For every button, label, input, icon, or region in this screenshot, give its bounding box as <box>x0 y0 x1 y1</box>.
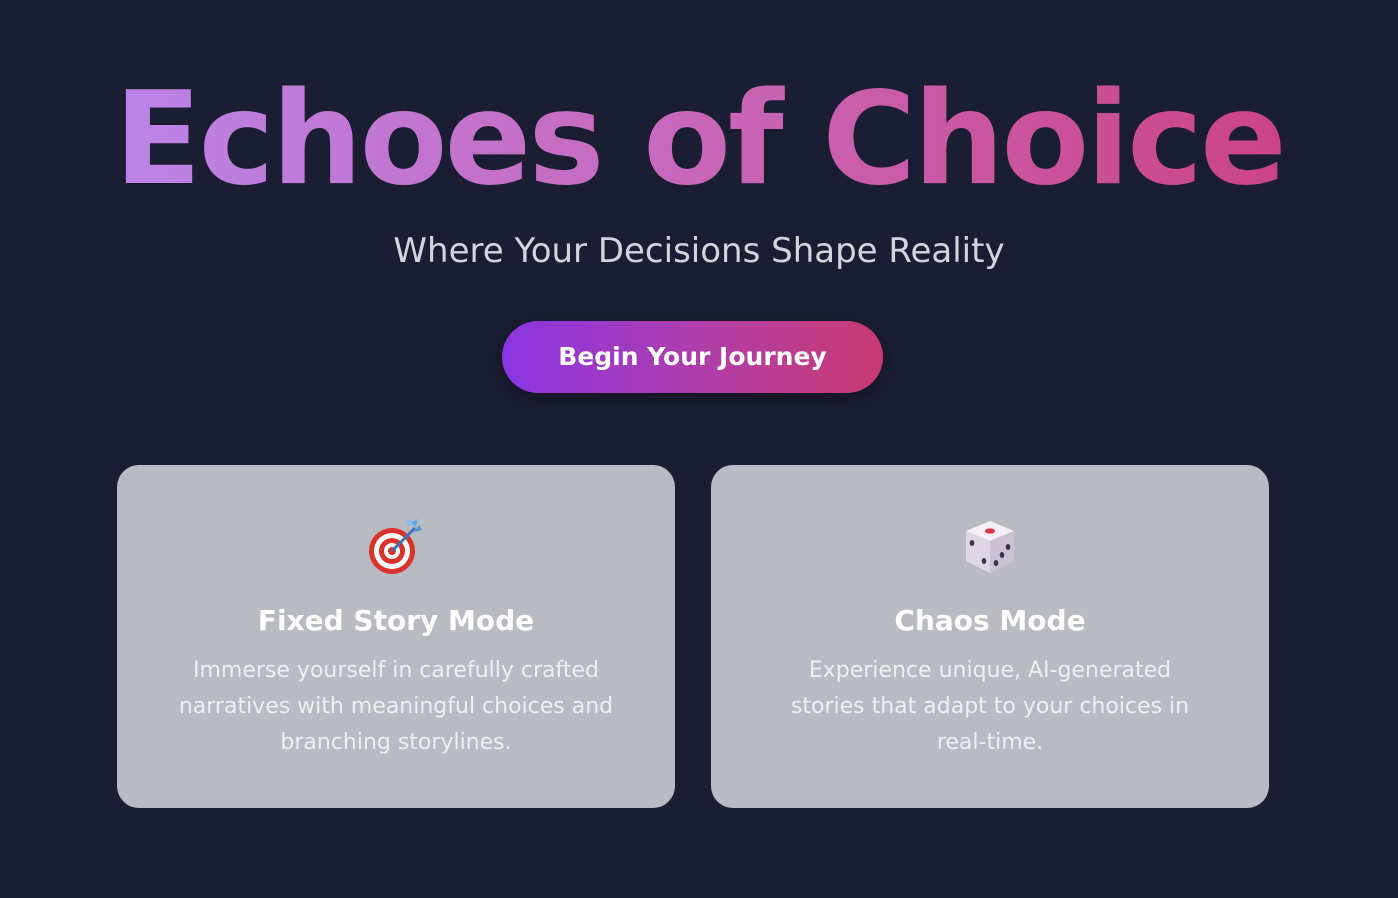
target-dart-icon <box>117 519 675 575</box>
page-title: Echoes of Choice <box>0 60 1398 220</box>
dice-icon <box>711 519 1269 575</box>
card-description: Immerse yourself in carefully crafted na… <box>178 658 614 755</box>
chaos-mode-card[interactable]: Chaos Mode Experience unique, AI-generat… <box>711 465 1269 808</box>
card-title: Fixed Story Mode <box>257 604 535 637</box>
page-subtitle: Where Your Decisions Shape Reality <box>393 231 1005 271</box>
card-description: Experience unique, AI-generated stories … <box>790 658 1190 755</box>
begin-journey-button[interactable]: Begin Your Journey <box>502 321 883 393</box>
card-title: Chaos Mode <box>894 604 1086 637</box>
fixed-story-mode-card[interactable]: Fixed Story Mode Immerse yourself in car… <box>117 465 675 808</box>
